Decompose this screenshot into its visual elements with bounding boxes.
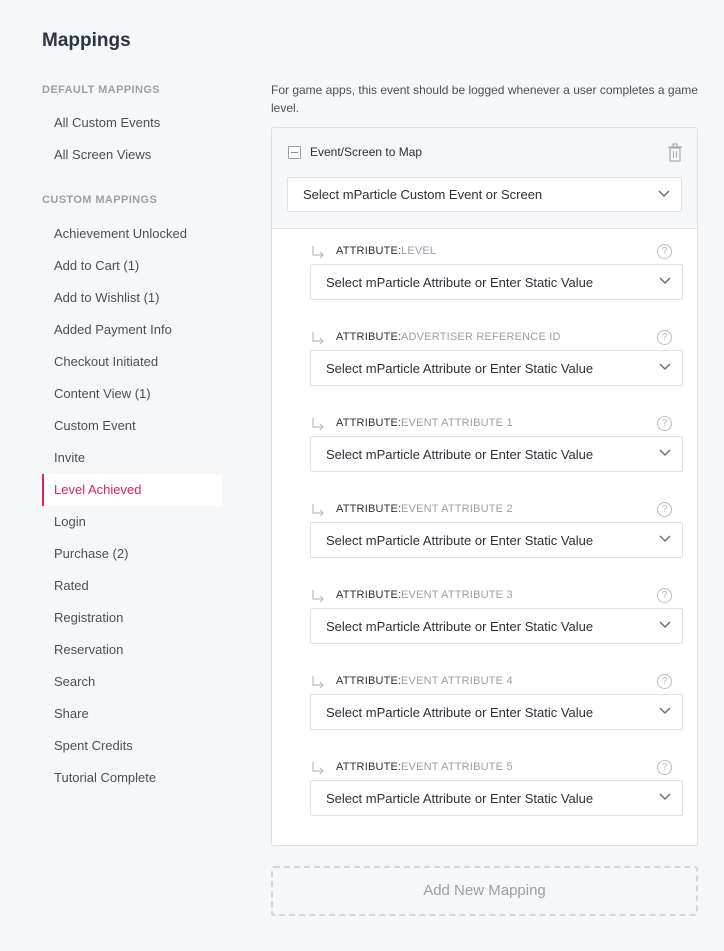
attribute-select-placeholder: Select mParticle Attribute or Enter Stat… bbox=[326, 447, 594, 462]
sidebar-item-achievement-unlocked[interactable]: Achievement Unlocked bbox=[42, 218, 222, 250]
attribute-key-label: ATTRIBUTE: bbox=[336, 589, 402, 601]
attribute-row-event-attribute-4: ATTRIBUTE: EVENT ATTRIBUTE 4 ? Select mP… bbox=[272, 673, 697, 759]
return-arrow-icon bbox=[312, 418, 324, 431]
event-screen-label: Event/Screen to Map bbox=[310, 145, 423, 159]
attribute-name: EVENT ATTRIBUTE 2 bbox=[401, 503, 513, 515]
attribute-row-event-attribute-5: ATTRIBUTE: EVENT ATTRIBUTE 5 ? Select mP… bbox=[272, 759, 697, 845]
attribute-select-placeholder: Select mParticle Attribute or Enter Stat… bbox=[326, 705, 594, 720]
attribute-select[interactable]: Select mParticle Attribute or Enter Stat… bbox=[310, 694, 683, 730]
sidebar-item-tutorial-complete[interactable]: Tutorial Complete bbox=[42, 762, 222, 794]
attribute-select[interactable]: Select mParticle Attribute or Enter Stat… bbox=[310, 780, 683, 816]
help-icon[interactable]: ? bbox=[657, 330, 672, 345]
event-description: For game apps, this event should be logg… bbox=[271, 83, 698, 115]
sidebar-item-share[interactable]: Share bbox=[42, 698, 222, 730]
sidebar-item-registration[interactable]: Registration bbox=[42, 602, 222, 634]
help-icon[interactable]: ? bbox=[657, 674, 672, 689]
attribute-row-level: ATTRIBUTE: LEVEL ? Select mParticle Attr… bbox=[272, 243, 697, 329]
attribute-key-label: ATTRIBUTE: bbox=[336, 503, 402, 515]
attribute-key-label: ATTRIBUTE: bbox=[336, 761, 402, 773]
attribute-select-placeholder: Select mParticle Attribute or Enter Stat… bbox=[326, 275, 594, 290]
sidebar-item-reservation[interactable]: Reservation bbox=[42, 634, 222, 666]
sidebar-item-level-achieved[interactable]: Level Achieved bbox=[42, 474, 222, 506]
chevron-down-icon bbox=[659, 707, 671, 715]
return-arrow-icon bbox=[312, 504, 324, 517]
sidebar-item-add-to-cart[interactable]: Add to Cart (1) bbox=[42, 250, 222, 282]
mapping-panel: Event/Screen to Map Select mParticle Cus… bbox=[271, 127, 698, 846]
chevron-down-icon bbox=[659, 449, 671, 457]
attribute-select[interactable]: Select mParticle Attribute or Enter Stat… bbox=[310, 436, 683, 472]
sidebar-item-checkout-initiated[interactable]: Checkout Initiated bbox=[42, 346, 222, 378]
sidebar-item-invite[interactable]: Invite bbox=[42, 442, 222, 474]
return-arrow-icon bbox=[312, 246, 324, 259]
chevron-down-icon bbox=[659, 535, 671, 543]
collapse-icon[interactable] bbox=[288, 146, 301, 159]
attribute-row-event-attribute-3: ATTRIBUTE: EVENT ATTRIBUTE 3 ? Select mP… bbox=[272, 587, 697, 673]
sidebar-item-rated[interactable]: Rated bbox=[42, 570, 222, 602]
attribute-select-placeholder: Select mParticle Attribute or Enter Stat… bbox=[326, 361, 594, 376]
chevron-down-icon bbox=[659, 363, 671, 371]
sidebar-item-all-custom-events[interactable]: All Custom Events bbox=[42, 107, 222, 139]
chevron-down-icon bbox=[659, 277, 671, 285]
attribute-select-placeholder: Select mParticle Attribute or Enter Stat… bbox=[326, 619, 594, 634]
attribute-name: EVENT ATTRIBUTE 5 bbox=[401, 761, 513, 773]
attribute-key-label: ATTRIBUTE: bbox=[336, 417, 402, 429]
attribute-select-placeholder: Select mParticle Attribute or Enter Stat… bbox=[326, 533, 594, 548]
event-screen-select[interactable]: Select mParticle Custom Event or Screen bbox=[287, 177, 682, 212]
sidebar-item-search[interactable]: Search bbox=[42, 666, 222, 698]
custom-mappings-header: CUSTOM MAPPINGS bbox=[42, 194, 158, 206]
attribute-row-event-attribute-2: ATTRIBUTE: EVENT ATTRIBUTE 2 ? Select mP… bbox=[272, 501, 697, 587]
chevron-down-icon bbox=[658, 190, 670, 198]
attribute-key-label: ATTRIBUTE: bbox=[336, 245, 402, 257]
attribute-key-label: ATTRIBUTE: bbox=[336, 331, 402, 343]
attribute-select[interactable]: Select mParticle Attribute or Enter Stat… bbox=[310, 522, 683, 558]
attribute-name: ADVERTISER REFERENCE ID bbox=[401, 331, 561, 343]
help-icon[interactable]: ? bbox=[657, 244, 672, 259]
default-mappings-list: All Custom Events All Screen Views bbox=[42, 107, 222, 171]
attribute-name: EVENT ATTRIBUTE 4 bbox=[401, 675, 513, 687]
attribute-name: EVENT ATTRIBUTE 3 bbox=[401, 589, 513, 601]
sidebar-item-spent-credits[interactable]: Spent Credits bbox=[42, 730, 222, 762]
attribute-row-event-attribute-1: ATTRIBUTE: EVENT ATTRIBUTE 1 ? Select mP… bbox=[272, 415, 697, 501]
attribute-row-advertiser-reference-id: ATTRIBUTE: ADVERTISER REFERENCE ID ? Sel… bbox=[272, 329, 697, 415]
sidebar-item-content-view[interactable]: Content View (1) bbox=[42, 378, 222, 410]
attribute-select[interactable]: Select mParticle Attribute or Enter Stat… bbox=[310, 608, 683, 644]
chevron-down-icon bbox=[659, 793, 671, 801]
event-select-placeholder: Select mParticle Custom Event or Screen bbox=[303, 187, 543, 202]
attribute-name: EVENT ATTRIBUTE 1 bbox=[401, 417, 513, 429]
chevron-down-icon bbox=[659, 621, 671, 629]
attribute-key-label: ATTRIBUTE: bbox=[336, 675, 402, 687]
default-mappings-header: DEFAULT MAPPINGS bbox=[42, 84, 161, 96]
attribute-select[interactable]: Select mParticle Attribute or Enter Stat… bbox=[310, 264, 683, 300]
sidebar-item-purchase[interactable]: Purchase (2) bbox=[42, 538, 222, 570]
add-new-mapping-button[interactable]: Add New Mapping bbox=[271, 866, 698, 916]
custom-mappings-list: Achievement Unlocked Add to Cart (1) Add… bbox=[42, 218, 222, 794]
sidebar-item-all-screen-views[interactable]: All Screen Views bbox=[42, 139, 222, 171]
help-icon[interactable]: ? bbox=[657, 760, 672, 775]
attribute-select[interactable]: Select mParticle Attribute or Enter Stat… bbox=[310, 350, 683, 386]
return-arrow-icon bbox=[312, 762, 324, 775]
sidebar-item-add-to-wishlist[interactable]: Add to Wishlist (1) bbox=[42, 282, 222, 314]
sidebar-item-added-payment-info[interactable]: Added Payment Info bbox=[42, 314, 222, 346]
help-icon[interactable]: ? bbox=[657, 502, 672, 517]
sidebar-item-custom-event[interactable]: Custom Event bbox=[42, 410, 222, 442]
return-arrow-icon bbox=[312, 676, 324, 689]
sidebar-item-login[interactable]: Login bbox=[42, 506, 222, 538]
return-arrow-icon bbox=[312, 332, 324, 345]
help-icon[interactable]: ? bbox=[657, 416, 672, 431]
return-arrow-icon bbox=[312, 590, 324, 603]
event-header: Event/Screen to Map Select mParticle Cus… bbox=[272, 128, 697, 229]
attribute-name: LEVEL bbox=[401, 245, 437, 257]
page-title: Mappings bbox=[42, 30, 131, 51]
attribute-select-placeholder: Select mParticle Attribute or Enter Stat… bbox=[326, 791, 594, 806]
trash-icon[interactable] bbox=[667, 143, 683, 163]
help-icon[interactable]: ? bbox=[657, 588, 672, 603]
